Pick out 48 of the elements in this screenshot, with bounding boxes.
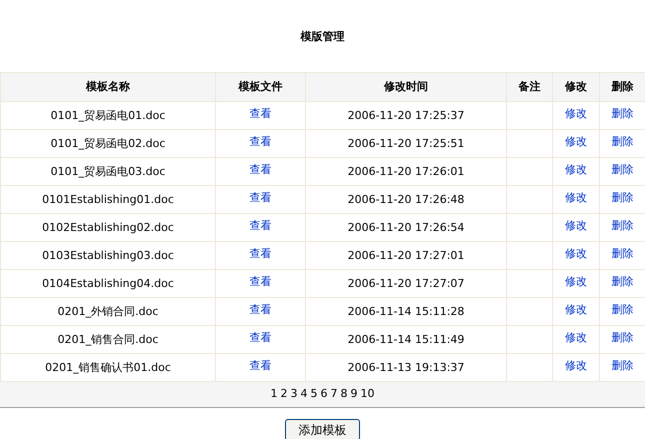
template-name: 0201_销售合同.doc [58, 333, 158, 346]
template-name: 0101Establishing01.doc [42, 193, 174, 206]
column-header: 删除 [612, 80, 634, 93]
modified-time: 2006-11-14 15:11:49 [348, 333, 464, 346]
modified-time: 2006-11-20 17:27:01 [348, 249, 464, 262]
column-header: 模板文件 [238, 80, 282, 93]
modified-time: 2006-11-20 17:25:51 [348, 137, 464, 150]
page-link[interactable]: 2 [280, 386, 288, 403]
page-link[interactable]: 6 [320, 386, 328, 403]
template-name: 0103Establishing03.doc [42, 249, 174, 262]
modified-time: 2006-11-13 19:13:37 [348, 361, 464, 374]
modified-time: 2006-11-20 17:25:37 [348, 109, 464, 122]
column-header: 备注 [518, 80, 540, 93]
column-header: 修改时间 [384, 80, 428, 93]
view-link[interactable]: 查看 [250, 302, 272, 316]
template-name: 0102Establishing02.doc [42, 221, 174, 234]
page-title: 模版管理 [300, 28, 344, 45]
view-link[interactable]: 查看 [250, 134, 272, 148]
add-template-button[interactable]: 添加模板 [285, 419, 360, 439]
view-link[interactable]: 查看 [250, 330, 272, 344]
page-link[interactable]: 7 [330, 386, 338, 403]
template-name: 0101_贸易函电03.doc [50, 165, 166, 178]
column-header: 修改 [565, 80, 587, 93]
page-link[interactable]: 10 [360, 386, 374, 403]
template-name: 0201_销售确认书01.doc [45, 361, 171, 374]
modified-time: 2006-11-20 17:26:01 [348, 165, 464, 178]
modified-time: 2006-11-14 15:11:28 [348, 305, 464, 318]
page-link[interactable]: 1 [270, 386, 278, 403]
view-link[interactable]: 查看 [250, 162, 272, 176]
template-name: 0101_贸易函电02.doc [50, 137, 166, 150]
column-header: 模板名称 [86, 80, 130, 93]
template-name: 0201_外销合同.doc [58, 305, 158, 318]
template-name: 0104Establishing04.doc [42, 277, 174, 290]
page-link[interactable]: 9 [350, 386, 358, 403]
view-link[interactable]: 查看 [250, 106, 272, 120]
modified-time: 2006-11-20 17:26:54 [348, 221, 464, 234]
view-link[interactable]: 查看 [250, 246, 272, 260]
template-name: 0101_贸易函电01.doc [50, 109, 166, 122]
modified-time: 2006-11-20 17:26:48 [348, 193, 464, 206]
view-link[interactable]: 查看 [250, 190, 272, 204]
modified-time: 2006-11-20 17:27:07 [348, 277, 464, 290]
page-link[interactable]: 5 [310, 386, 318, 403]
view-link[interactable]: 查看 [250, 218, 272, 232]
view-link[interactable]: 查看 [250, 358, 272, 372]
view-link[interactable]: 查看 [250, 274, 272, 288]
page-link[interactable]: 8 [340, 386, 348, 403]
page-link[interactable]: 4 [300, 386, 308, 403]
page-link[interactable]: 3 [290, 386, 298, 403]
